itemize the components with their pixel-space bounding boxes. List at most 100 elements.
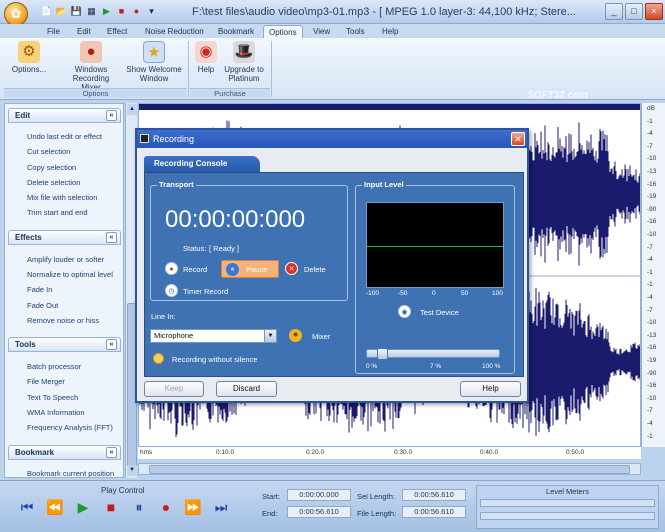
tab-edit[interactable]: Edit	[77, 25, 91, 38]
open-file-icon[interactable]: 📂	[55, 5, 68, 18]
timeline-label: 0:40.0	[480, 449, 499, 456]
input-level-label: Input Level	[362, 180, 406, 189]
timer-record-button[interactable]: Timer Record	[183, 287, 228, 296]
db-scale-label: -10	[647, 394, 657, 402]
pause-icon[interactable]: ⏸	[128, 496, 150, 518]
app-menu-orb[interactable]: ✿	[4, 2, 28, 26]
line-in-select[interactable]: Microphone ▼	[150, 329, 277, 343]
collapse-icon[interactable]: «	[106, 110, 117, 121]
go-to-end-icon[interactable]: ⏭	[210, 496, 232, 518]
sidebar-item-amplify[interactable]: Amplify louder or softer	[27, 255, 104, 264]
sidebar-item-trim[interactable]: Trim start and end	[27, 208, 88, 217]
speaker-icon[interactable]: ◉	[398, 305, 411, 318]
start-field[interactable]: 0:00:00.000	[287, 489, 351, 501]
stop-icon[interactable]: ■	[115, 5, 128, 18]
customize-toolbar-icon[interactable]: ▾	[145, 5, 158, 18]
tab-tools[interactable]: Tools	[346, 25, 365, 38]
horizontal-scrollbar[interactable]	[138, 463, 641, 475]
keep-button[interactable]: Keep	[144, 381, 204, 397]
sidebar-item-remove-noise[interactable]: Remove noise or hiss	[27, 316, 99, 325]
dialog-close-button[interactable]: ✕	[511, 132, 525, 146]
record-button[interactable]: Record	[183, 265, 207, 274]
delete-button[interactable]: Delete	[304, 265, 326, 274]
test-device-button[interactable]: Test Device	[420, 308, 459, 317]
sidebar-item-normalize[interactable]: Normalize to optimal level	[27, 270, 113, 279]
dialog-title-bar[interactable]: Recording ✕	[137, 130, 527, 148]
pause-icon: ⏸	[226, 263, 239, 276]
tab-options[interactable]: Options	[263, 25, 303, 38]
close-button[interactable]: ×	[645, 3, 663, 20]
tab-noise-reduction[interactable]: Noise Reduction	[145, 25, 204, 38]
mixer-button[interactable]: Mixer	[312, 332, 330, 341]
clock-icon[interactable]: ◷	[165, 284, 178, 297]
edit-section-header[interactable]: Edit «	[8, 108, 121, 123]
upgrade-button[interactable]: 🎩 Upgrade to Platinum	[222, 41, 266, 87]
input-level-slider[interactable]	[366, 348, 500, 360]
slider-knob[interactable]	[377, 348, 389, 360]
tab-file[interactable]: File	[47, 25, 60, 38]
chevron-down-icon[interactable]: ▼	[264, 330, 276, 342]
slider-tick: 0 %	[366, 363, 378, 370]
db-scale-label: -4	[647, 256, 653, 264]
tools-section-header[interactable]: Tools «	[8, 337, 121, 352]
collapse-icon[interactable]: «	[106, 339, 117, 350]
mixer-gear-icon[interactable]: ✹	[289, 329, 302, 342]
show-welcome-window-button[interactable]: ★ Show Welcome Window	[125, 41, 183, 87]
sidebar-item-undo[interactable]: Undo last edit or effect	[27, 132, 102, 141]
collapse-icon[interactable]: «	[106, 232, 117, 243]
collapse-icon[interactable]: «	[106, 447, 117, 458]
save-as-icon[interactable]: ▦	[85, 5, 98, 18]
sidebar-item-fft[interactable]: Frequency Analysis (FFT)	[27, 423, 113, 432]
stop-icon[interactable]: ■	[100, 496, 122, 518]
tab-view[interactable]: View	[313, 25, 330, 38]
sidebar-item-fade-out[interactable]: Fade Out	[27, 301, 58, 310]
go-to-start-icon[interactable]: ⏮	[16, 496, 38, 518]
save-icon[interactable]: 💾	[70, 5, 83, 18]
maximize-button[interactable]: □	[625, 3, 643, 20]
tab-bookmark[interactable]: Bookmark	[218, 25, 254, 38]
sidebar-item-batch[interactable]: Batch processor	[27, 362, 81, 371]
without-silence-checkbox[interactable]	[153, 353, 164, 364]
input-level-group: Input Level -100 -50 0 50 100 ◉ Test Dev…	[355, 180, 515, 374]
bookmark-section-header[interactable]: Bookmark «	[8, 445, 121, 460]
status-value: [ Ready ]	[209, 244, 240, 253]
sidebar-item-tts[interactable]: Text To Speech	[27, 393, 78, 402]
sidebar-item-mix[interactable]: Mix file with selection	[27, 193, 97, 202]
discard-button[interactable]: Discard	[216, 381, 277, 397]
title-bar: ✿ 📄 📂 💾 ▦ ▶ ■ ● ▾ F:\test files\audio vi…	[0, 0, 665, 26]
sidebar-item-cut[interactable]: Cut selection	[27, 147, 70, 156]
new-file-icon[interactable]: 📄	[40, 5, 53, 18]
sidebar-item-fade-in[interactable]: Fade In	[27, 285, 52, 294]
db-scale-label: -10	[647, 231, 657, 238]
record-icon[interactable]: ●	[130, 5, 143, 18]
play-icon[interactable]: ▶	[100, 5, 113, 18]
tab-recording-console[interactable]: Recording Console	[144, 156, 260, 172]
horizontal-scroll-thumb[interactable]	[149, 465, 630, 474]
tab-effect[interactable]: Effect	[107, 25, 127, 38]
delete-icon[interactable]: ✕	[285, 262, 298, 275]
sidebar-item-wma-info[interactable]: WMA Information	[27, 408, 85, 417]
windows-recording-mixer-button[interactable]: ● Windows Recording Mixer	[62, 41, 120, 92]
help-button[interactable]: ◉ Help	[194, 41, 218, 87]
fast-forward-icon[interactable]: ⏩	[182, 496, 204, 518]
sidebar-item-bookmark-position[interactable]: Bookmark current position	[27, 469, 114, 477]
line-in-value: Microphone	[154, 331, 194, 340]
line-in-label: Line In:	[151, 312, 176, 321]
sidebar-item-copy[interactable]: Copy selection	[27, 163, 76, 172]
scroll-down-icon[interactable]: ▼	[127, 465, 137, 476]
effects-section-header[interactable]: Effects «	[8, 230, 121, 245]
pause-button[interactable]: ⏸ Pause	[221, 260, 279, 278]
record-icon[interactable]: ●	[155, 496, 177, 518]
scope-tick: -50	[398, 290, 408, 297]
help-button[interactable]: Help	[460, 381, 521, 397]
sidebar-item-merger[interactable]: File Merger	[27, 377, 65, 386]
record-icon[interactable]: ●	[165, 262, 178, 275]
end-field[interactable]: 0:00:56.610	[287, 506, 351, 518]
sidebar-item-delete[interactable]: Delete selection	[27, 178, 80, 187]
minimize-button[interactable]: _	[605, 3, 623, 20]
options-button[interactable]: ⚙ Options...	[10, 41, 48, 87]
scroll-up-icon[interactable]: ▲	[127, 104, 137, 115]
tab-help[interactable]: Help	[382, 25, 398, 38]
rewind-icon[interactable]: ⏪	[44, 496, 66, 518]
play-icon[interactable]: ▶	[72, 496, 94, 518]
